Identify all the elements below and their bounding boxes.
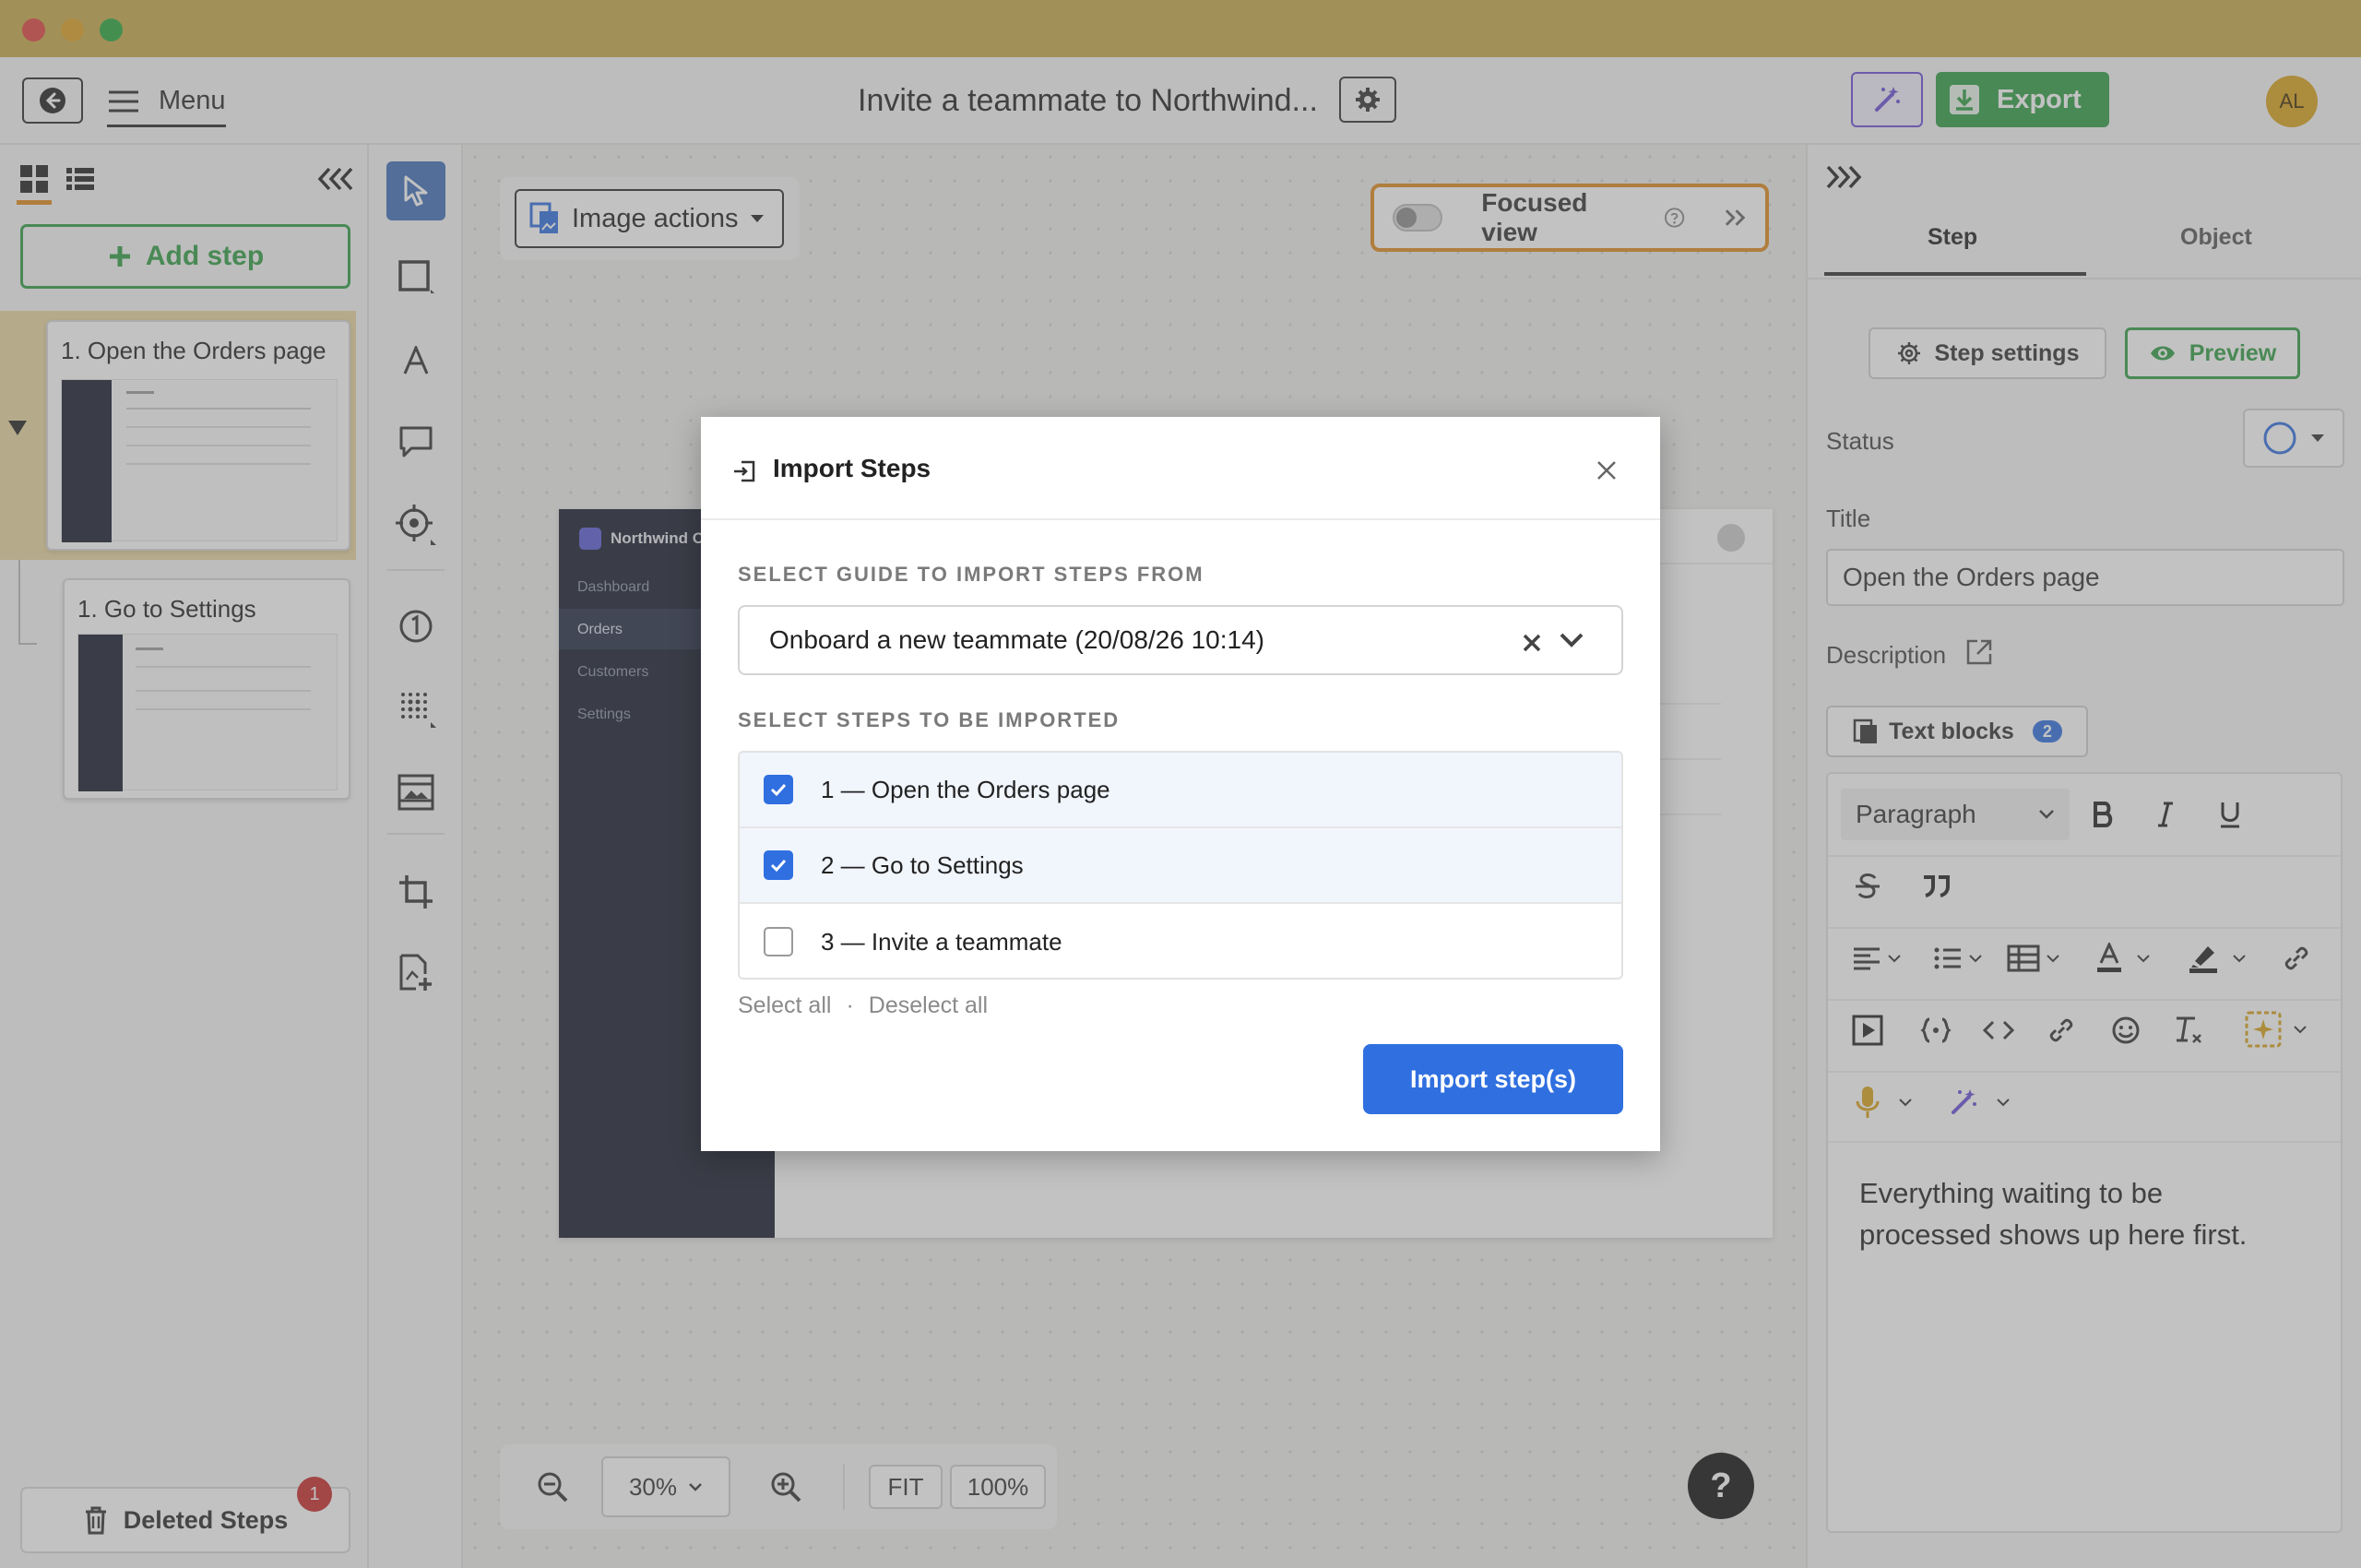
clear-x-icon [1523, 634, 1541, 652]
link-separator: · [846, 992, 854, 1018]
step-option-row[interactable]: 3 — Invite a teammate [740, 904, 1621, 978]
select-all-link[interactable]: Select all [738, 992, 831, 1019]
deselect-all-link[interactable]: Deselect all [869, 992, 988, 1019]
step-option-label: 2 — Go to Settings [821, 850, 1024, 879]
modal-title: Import Steps [773, 454, 931, 482]
guide-select-dropdown[interactable] [1559, 631, 1584, 649]
modal-close-button[interactable] [1596, 459, 1618, 481]
import-steps-button[interactable]: Import step(s) [1363, 1044, 1623, 1114]
clear-selection-button[interactable] [1522, 633, 1542, 653]
importable-steps-list: 1 — Open the Orders page 2 — Go to Setti… [738, 751, 1623, 980]
step-option-label: 3 — Invite a teammate [821, 927, 1062, 956]
step-option-label: 1 — Open the Orders page [821, 775, 1110, 803]
step-option-row[interactable]: 1 — Open the Orders page [740, 753, 1621, 828]
steps-section-label: SELECT STEPS TO BE IMPORTED [738, 708, 1121, 731]
step-option-row[interactable]: 2 — Go to Settings [740, 828, 1621, 904]
step-checkbox[interactable] [764, 775, 793, 804]
step-checkbox[interactable] [764, 927, 793, 956]
modal-header: Import Steps [701, 417, 1660, 520]
guide-select-value: Onboard a new teammate (20/08/26 10:14) [769, 625, 1265, 654]
selection-links: Select all · Deselect all [738, 992, 988, 1019]
close-icon [1597, 461, 1616, 480]
checkmark-icon [770, 783, 787, 797]
step-checkbox[interactable] [764, 850, 793, 880]
chevron-down-icon [1560, 633, 1584, 647]
import-steps-modal: Import Steps SELECT GUIDE TO IMPORT STEP… [701, 417, 1660, 1151]
guide-section-label: SELECT GUIDE TO IMPORT STEPS FROM [738, 563, 1204, 586]
guide-select[interactable]: Onboard a new teammate (20/08/26 10:14) [738, 605, 1623, 675]
import-icon [732, 459, 756, 483]
checkmark-icon [770, 859, 787, 873]
